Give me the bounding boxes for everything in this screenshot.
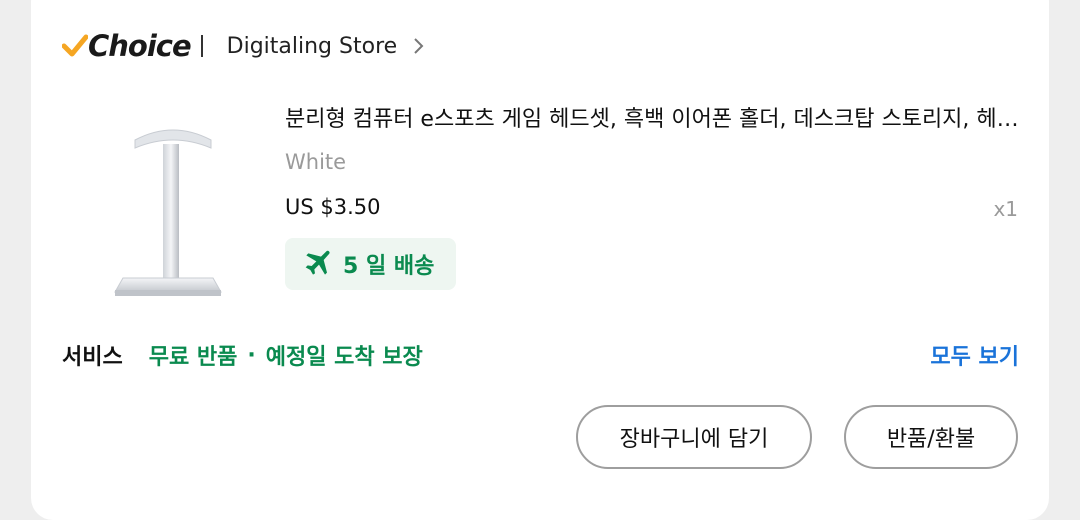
chevron-right-icon[interactable] (413, 37, 425, 55)
return-refund-button[interactable]: 반품/환불 (844, 405, 1018, 469)
add-to-cart-button[interactable]: 장바구니에 담기 (576, 405, 812, 469)
store-header[interactable]: Choice Digitaling Store (62, 24, 425, 68)
product-price: US $3.50 (285, 195, 381, 219)
service-separator: · (247, 342, 256, 368)
check-icon (62, 34, 88, 57)
choice-label: Choice (88, 29, 192, 63)
service-row: 서비스 무료 반품 · 예정일 도착 보장 모두 보기 (62, 335, 1019, 375)
divider (200, 35, 203, 57)
see-all-link[interactable]: 모두 보기 (930, 339, 1019, 371)
free-return-label: 무료 반품 (148, 345, 238, 370)
headphone-stand-image (114, 129, 222, 296)
product-title[interactable]: 분리형 컴퓨터 e스포츠 게임 헤드셋, 흑백 이어폰 홀더, 데스크탑 스토리… (285, 103, 1020, 137)
store-name[interactable]: Digitaling Store (227, 34, 398, 59)
on-time-guarantee-label: 예정일 도착 보장 (265, 345, 423, 370)
product-quantity: x1 (993, 197, 1018, 221)
delivery-text: 5 일 배송 (343, 254, 435, 279)
product-image[interactable] (73, 110, 253, 315)
service-label: 서비스 (62, 345, 123, 370)
product-variant: White (285, 150, 347, 174)
service-items: 무료 반품 · 예정일 도착 보장 (149, 339, 423, 371)
airplane-icon (305, 250, 330, 275)
choice-badge: Choice (62, 29, 192, 63)
delivery-badge: 5 일 배송 (285, 238, 457, 290)
